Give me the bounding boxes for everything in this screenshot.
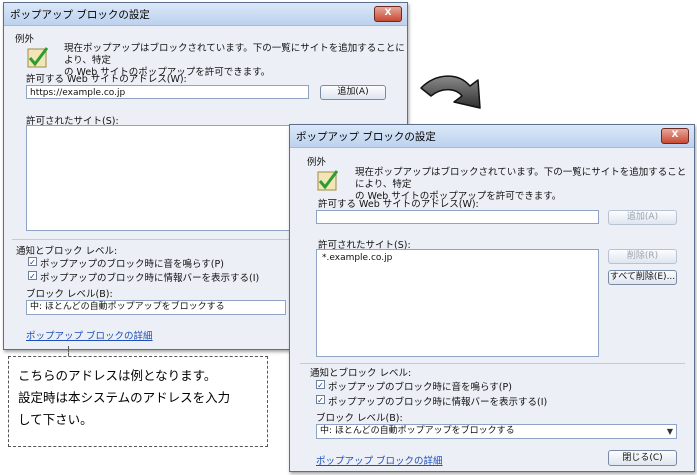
- details-link[interactable]: ポップアップ ブロックの詳細: [26, 328, 153, 342]
- title-bar: ポップアップ ブロックの設定 X: [4, 3, 407, 26]
- callout-line-3: して下さい。: [18, 412, 93, 427]
- address-label: 許可する Web サイトのアドレス(W):: [318, 199, 479, 210]
- block-level-value: 中: ほとんどの自動ポップアップをブロックする: [320, 426, 515, 436]
- sound-checkbox-label: ポップアップのブロック時に音を鳴らす(P): [40, 259, 224, 270]
- details-link[interactable]: ポップアップ ブロックの詳細: [316, 453, 443, 467]
- close-button[interactable]: 閉じる(C): [608, 450, 677, 466]
- address-input[interactable]: https://example.co.jp: [26, 85, 309, 99]
- checkmark-icon: [317, 170, 339, 191]
- address-label: 許可する Web サイトのアドレス(W):: [26, 74, 187, 85]
- exceptions-heading: 例外: [307, 157, 327, 168]
- infobar-checkbox[interactable]: ✓: [28, 271, 37, 281]
- title-bar: ポップアップ ブロックの設定 X: [290, 125, 694, 148]
- sound-checkbox-label: ポップアップのブロック時に音を鳴らす(P): [328, 382, 512, 393]
- block-level-select[interactable]: 中: ほとんどの自動ポップアップをブロックする: [26, 300, 286, 315]
- notify-heading: 通知とブロック レベル:: [16, 246, 118, 257]
- remove-button[interactable]: 削除(R): [608, 249, 677, 264]
- infobar-checkbox-label: ポップアップのブロック時に情報バーを表示する(I): [328, 397, 548, 408]
- address-input[interactable]: [316, 210, 599, 224]
- infobar-checkbox[interactable]: ✓: [316, 395, 325, 405]
- list-item[interactable]: *.example.co.jp: [322, 253, 392, 263]
- infobar-checkbox-label: ポップアップのブロック時に情報バーを表示する(I): [40, 273, 260, 284]
- block-level-label: ブロック レベル(B):: [26, 289, 113, 300]
- dialog-title: ポップアップ ブロックの設定: [296, 131, 436, 143]
- close-icon[interactable]: X: [661, 128, 689, 144]
- allowed-sites-list[interactable]: [26, 125, 309, 231]
- chevron-down-icon[interactable]: ▼: [667, 425, 673, 438]
- checkmark-icon: [27, 47, 49, 68]
- callout-pointer: [68, 346, 70, 356]
- close-icon[interactable]: X: [374, 6, 402, 22]
- add-button[interactable]: 追加(A): [608, 210, 677, 225]
- block-level-value: 中: ほとんどの自動ポップアップをブロックする: [30, 302, 225, 312]
- add-button[interactable]: 追加(A): [320, 85, 386, 100]
- dialog-title: ポップアップ ブロックの設定: [10, 9, 150, 21]
- exceptions-heading: 例外: [15, 34, 35, 45]
- divider: [300, 363, 685, 364]
- block-level-label: ブロック レベル(B):: [316, 413, 403, 424]
- curved-arrow-icon: [420, 75, 481, 109]
- popup-settings-dialog-front: ポップアップ ブロックの設定 X 例外 現在ポップアップはブロックされています。…: [289, 124, 695, 472]
- remove-all-button[interactable]: すべて削除(E)...: [608, 270, 677, 285]
- notify-heading: 通知とブロック レベル:: [310, 368, 412, 379]
- callout-note: こちらのアドレスは例となります。 設定時は本システムのアドレスを入力 して下さい…: [8, 356, 268, 447]
- sound-checkbox[interactable]: ✓: [316, 380, 325, 390]
- block-level-select[interactable]: 中: ほとんどの自動ポップアップをブロックする ▼: [316, 424, 677, 439]
- callout-line-2: 設定時は本システムのアドレスを入力: [18, 390, 231, 405]
- allowed-sites-list[interactable]: *.example.co.jp: [316, 249, 599, 357]
- callout-line-1: こちらのアドレスは例となります。: [18, 368, 217, 383]
- sound-checkbox[interactable]: ✓: [28, 257, 37, 267]
